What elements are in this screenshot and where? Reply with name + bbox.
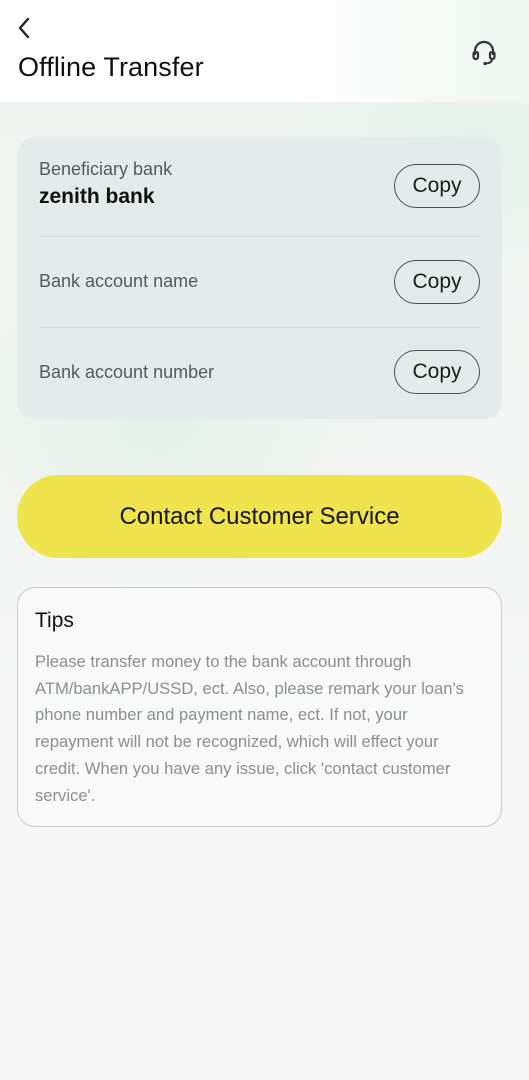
- beneficiary-bank-value: zenith bank: [39, 185, 155, 208]
- contact-customer-service-button[interactable]: Contact Customer Service: [17, 475, 502, 558]
- account-number-label: Bank account number: [39, 362, 215, 382]
- back-button[interactable]: [12, 14, 36, 42]
- beneficiary-bank-row: Beneficiary bank zenith bank Copy: [39, 137, 480, 237]
- app-header: Offline Transfer: [0, 0, 529, 102]
- copy-account-name-button[interactable]: Copy: [394, 260, 480, 304]
- tips-body: Please transfer money to the bank accoun…: [35, 652, 464, 805]
- beneficiary-bank-label: Beneficiary bank: [39, 159, 173, 179]
- tips-card: Tips Please transfer money to the bank a…: [17, 587, 502, 827]
- account-name-row: Bank account name Copy: [39, 237, 480, 327]
- customer-support-button[interactable]: [469, 38, 499, 68]
- account-name-label: Bank account name: [39, 271, 199, 291]
- chevron-left-icon: [18, 17, 30, 39]
- copy-account-number-button[interactable]: Copy: [394, 350, 480, 394]
- headset-icon: [472, 40, 496, 66]
- account-number-row: Bank account number Copy: [39, 328, 480, 419]
- copy-beneficiary-bank-button[interactable]: Copy: [394, 164, 480, 208]
- tips-title: Tips: [35, 609, 74, 632]
- bank-info-card: Beneficiary bank zenith bank Copy Bank a…: [17, 137, 502, 419]
- page-title: Offline Transfer: [18, 52, 204, 82]
